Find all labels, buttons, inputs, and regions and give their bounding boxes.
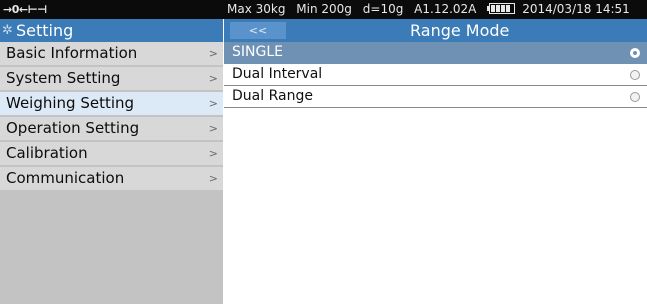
gear-icon: ✲ [2,23,13,38]
chevron-right-icon: > [208,97,218,110]
main-header: << Range Mode [224,19,647,42]
firmware-version: A1.12.02A [414,2,477,16]
sidebar-header: ✲ Setting [0,19,223,42]
chevron-right-icon: > [208,47,218,60]
zero-tare-indicator: →0←⊢⊣ [3,3,47,16]
division-value: d=10g [362,2,404,16]
sidebar-item-basic-information[interactable]: Basic Information > [0,42,223,65]
radio-button[interactable] [630,92,640,102]
back-button[interactable]: << [230,22,286,39]
chevron-right-icon: > [208,72,218,85]
sidebar-item-label: Operation Setting [6,119,140,137]
option-single[interactable]: SINGLE [224,42,647,64]
chevron-right-icon: > [208,147,218,160]
radio-button[interactable] [630,70,640,80]
sidebar-item-weighing-setting[interactable]: Weighing Setting > [0,92,223,115]
sidebar-item-label: System Setting [6,69,121,87]
option-label: Dual Interval [232,66,323,82]
battery-icon [487,3,516,14]
page-title: Range Mode [410,21,510,40]
chevron-right-icon: > [208,172,218,185]
max-capacity: Max 30kg [227,2,286,16]
sidebar-item-calibration[interactable]: Calibration > [0,142,223,165]
status-bar: →0←⊢⊣ Max 30kg Min 200g d=10g A1.12.02A … [0,0,647,19]
chevron-right-icon: > [208,122,218,135]
radio-button[interactable] [630,48,640,58]
min-capacity: Min 200g [296,2,352,16]
sidebar-item-label: Weighing Setting [6,94,135,112]
sidebar: ✲ Setting Basic Information > System Setti… [0,19,223,304]
sidebar-item-label: Communication [6,169,125,187]
sidebar-menu: Basic Information > System Setting > Weighin… [0,42,223,192]
option-label: Dual Range [232,88,313,104]
sidebar-item-communication[interactable]: Communication > [0,167,223,190]
sidebar-item-label: Basic Information [6,44,138,62]
option-dual-range[interactable]: Dual Range [224,86,647,108]
main-panel: << Range Mode SINGLE Dual Interval Dual Ra… [224,19,647,304]
option-dual-interval[interactable]: Dual Interval [224,64,647,86]
datetime: 2014/03/18 14:51 [522,2,630,16]
sidebar-item-label: Calibration [6,144,88,162]
status-info: Max 30kg Min 200g d=10g A1.12.02A 2014/0… [227,0,630,19]
sidebar-title: Setting [16,21,74,40]
sidebar-item-system-setting[interactable]: System Setting > [0,67,223,90]
option-label: SINGLE [232,44,283,60]
sidebar-item-operation-setting[interactable]: Operation Setting > [0,117,223,140]
